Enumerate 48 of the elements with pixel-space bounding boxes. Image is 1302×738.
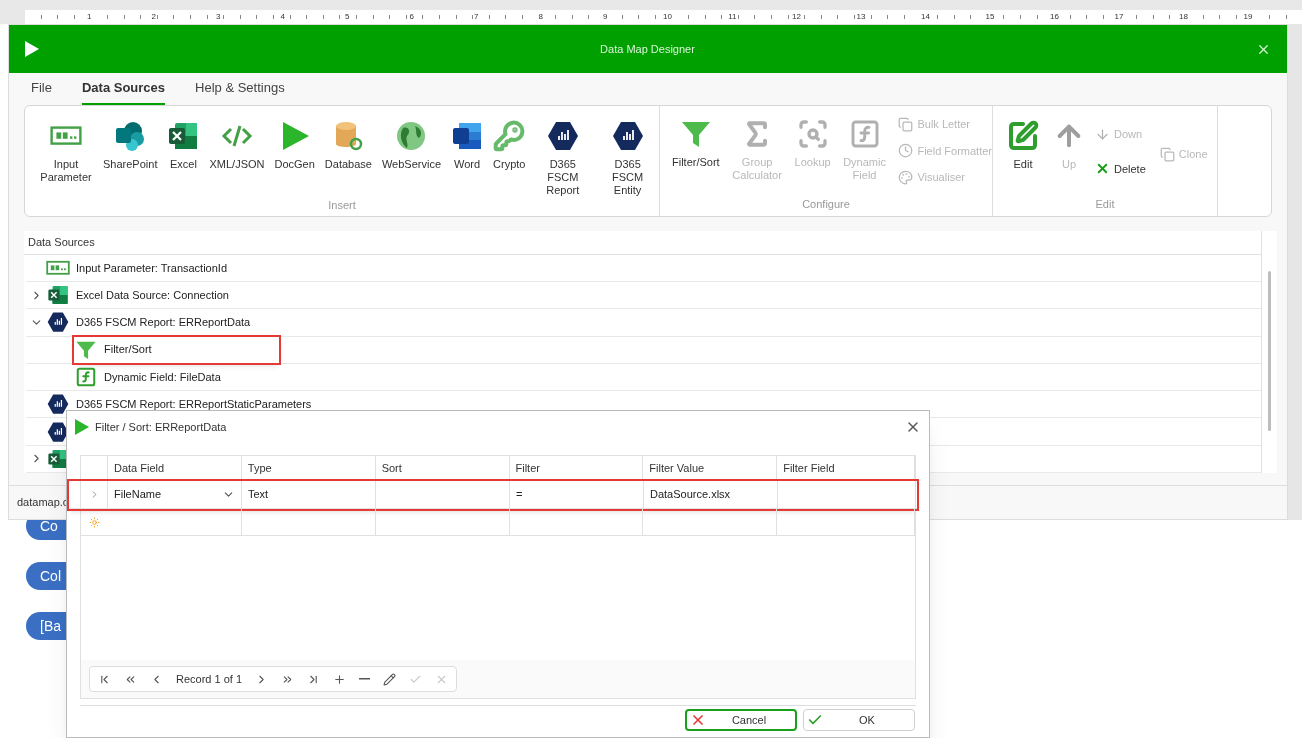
- ribbon-button[interactable]: Input Parameter: [35, 118, 97, 184]
- ribbon-button[interactable]: Database: [320, 118, 376, 171]
- ribbon-button[interactable]: D365 FSCM Entity: [596, 118, 659, 197]
- tree-item-label: Excel Data Source: Connection: [76, 287, 229, 303]
- ribbon-button[interactable]: Excel: [163, 118, 204, 171]
- column-header[interactable]: Sort: [375, 456, 510, 480]
- tree-item[interactable]: Input Parameter: TransactionId: [26, 254, 1261, 282]
- tree-item-label: D365 FSCM Report: ERReportData: [76, 315, 251, 331]
- ribbon-button[interactable]: WebService: [377, 118, 446, 171]
- tree-item[interactable]: Filter/Sort: [26, 336, 1261, 364]
- column-header[interactable]: Filter: [509, 456, 644, 480]
- ok-button[interactable]: OK: [803, 709, 915, 731]
- tree-item-label: Dynamic Field: FileData: [104, 369, 221, 385]
- group-label: Configure: [801, 196, 851, 212]
- ribbon-button[interactable]: Filter/Sort: [668, 116, 724, 169]
- group-label: Insert: [327, 198, 357, 213]
- dropdown-cell[interactable]: FileName: [108, 481, 242, 508]
- ribbon-button[interactable]: DocGen: [270, 118, 319, 171]
- column-header[interactable]: Data Field: [107, 456, 242, 480]
- ribbon-button[interactable]: SharePoint: [99, 118, 162, 171]
- column-header[interactable]: Filter Field: [777, 456, 915, 480]
- ribbon-button[interactable]: XML/JSON: [205, 118, 269, 171]
- ribbon-button[interactable]: Delete: [1095, 160, 1146, 177]
- table-cell: =: [510, 481, 644, 508]
- tree-item[interactable]: D365 FSCM Report: ERReportData: [26, 309, 1261, 337]
- status-text: datamap.c: [17, 495, 69, 511]
- ribbon-button[interactable]: D365 FSCM Report: [531, 118, 595, 197]
- tree-item-label: D365 FSCM Report: ERReportStaticParameters: [76, 397, 312, 413]
- record-counter: Record 1 of 1: [176, 671, 243, 687]
- menu-tab[interactable]: Help & Settings: [195, 77, 285, 105]
- grid-row[interactable]: FileName Text = DataSource.xlsx: [69, 481, 917, 509]
- window-title: Data Map Designer: [599, 41, 696, 57]
- table-cell: Text: [242, 481, 376, 508]
- group-label: Edit: [1094, 196, 1116, 212]
- tree-item[interactable]: Excel Data Source: Connection: [26, 282, 1261, 310]
- tree-item-label: Filter/Sort: [104, 342, 152, 358]
- ribbon-button[interactable]: Word: [447, 118, 488, 171]
- tree-item-label: Input Parameter: TransactionId: [76, 260, 228, 276]
- menu-tab[interactable]: File: [31, 77, 52, 105]
- cancel-button[interactable]: Cancel: [685, 709, 797, 731]
- column-header[interactable]: Type: [241, 456, 376, 480]
- column-header[interactable]: Filter Value: [643, 456, 778, 480]
- tree-item[interactable]: Dynamic Field: FileData: [26, 363, 1261, 392]
- ribbon-button[interactable]: Edit: [1003, 118, 1043, 171]
- table-cell: DataSource.xlsx: [644, 481, 778, 508]
- ribbon-button[interactable]: Crypto: [489, 118, 530, 171]
- dialog-title: Filter / Sort: ERReportData: [95, 419, 228, 435]
- panel-title: Data Sources: [24, 231, 1261, 255]
